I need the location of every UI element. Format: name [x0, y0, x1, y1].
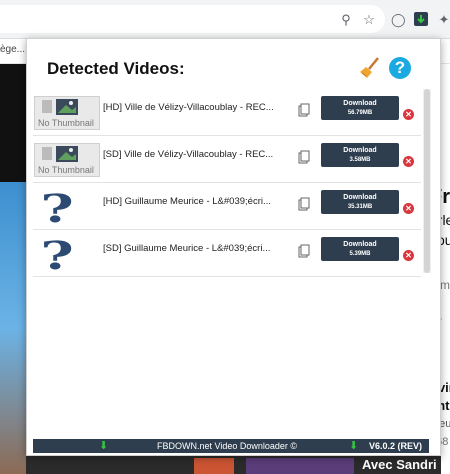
video-thumbnail: ?	[34, 233, 100, 278]
video-list-scrollbar[interactable]	[423, 89, 431, 273]
no-thumbnail-placeholder: No Thumbnail	[34, 96, 100, 130]
download-label: Download	[343, 194, 377, 201]
video-thumbnail: No Thumbnail	[34, 143, 100, 177]
video-title: [SD] Ville de Vélizy-Villacoublay - REC.…	[103, 149, 274, 160]
remove-video-button[interactable]: ✕	[403, 109, 414, 120]
zoom-icon[interactable]: ⚲	[339, 13, 353, 27]
remove-video-button[interactable]: ✕	[403, 250, 414, 261]
download-button[interactable]: Download 5.39MB	[321, 237, 399, 261]
fbdown-extension-icon[interactable]	[414, 12, 428, 26]
copy-link-icon[interactable]	[298, 150, 310, 164]
address-bar[interactable]	[0, 5, 385, 33]
globe-extension-icon[interactable]: ◯	[391, 13, 406, 27]
video-row: ? [SD] Guillaume Meurice - L&#039;écri..…	[33, 230, 421, 278]
remove-video-button[interactable]: ✕	[403, 203, 414, 214]
scrollbar-thumb[interactable]	[424, 89, 430, 273]
background-page-video-black	[0, 64, 26, 182]
download-label: Download	[343, 147, 377, 154]
question-mark-icon: ?	[40, 233, 74, 278]
footer-text: FBDOWN.net Video Downloader ©	[157, 441, 298, 451]
download-label: Download	[343, 100, 377, 107]
video-thumbnail: ?	[34, 186, 100, 231]
detected-videos-popup: Detected Videos: ? No Thumbnail [HD] Vil…	[26, 38, 441, 456]
download-button[interactable]: Download 35.31MB	[321, 190, 399, 214]
video-row: No Thumbnail [HD] Ville de Vélizy-Villac…	[33, 89, 421, 136]
video-title: [HD] Guillaume Meurice - L&#039;écri...	[103, 196, 271, 207]
file-size: 3.58MB	[349, 157, 371, 163]
help-button[interactable]: ?	[389, 57, 411, 79]
file-size: 56.79MB	[347, 110, 373, 116]
download-label: Download	[343, 241, 377, 248]
puzzle-extensions-icon[interactable]: ✦	[437, 13, 450, 27]
version-label: V6.0.2 (REV)	[369, 441, 423, 451]
download-button[interactable]: Download 56.79MB	[321, 96, 399, 120]
no-thumbnail-label: No Thumbnail	[38, 118, 94, 128]
no-thumbnail-label: No Thumbnail	[38, 165, 94, 175]
video-thumbnail: No Thumbnail	[34, 96, 100, 130]
video-row: No Thumbnail [SD] Ville de Vélizy-Villac…	[33, 136, 421, 183]
bookmark-star-icon[interactable]: ☆	[362, 13, 376, 27]
copy-link-icon[interactable]	[298, 103, 310, 117]
background-page-bottom: Avec Sandri	[26, 456, 441, 474]
background-thumbnail	[194, 458, 234, 474]
download-button[interactable]: Download 3.58MB	[321, 143, 399, 167]
video-list: No Thumbnail [HD] Ville de Vélizy-Villac…	[33, 89, 421, 278]
no-thumbnail-placeholder: No Thumbnail	[34, 143, 100, 177]
question-mark-icon: ?	[40, 186, 74, 231]
remove-video-button[interactable]: ✕	[403, 156, 414, 167]
copy-link-icon[interactable]	[298, 244, 310, 258]
background-page-video	[0, 182, 26, 474]
video-row: ? [HD] Guillaume Meurice - L&#039;écri..…	[33, 183, 421, 231]
broom-clear-icon[interactable]	[358, 56, 382, 80]
download-arrow-icon: ⬇	[99, 440, 109, 452]
file-size: 5.39MB	[349, 251, 371, 257]
video-title: [SD] Guillaume Meurice - L&#039;écri...	[103, 243, 271, 254]
background-thumbnail	[246, 458, 354, 474]
copy-link-icon[interactable]	[298, 197, 310, 211]
popup-title: Detected Videos:	[47, 59, 185, 78]
video-title: [HD] Ville de Vélizy-Villacoublay - REC.…	[103, 102, 274, 113]
download-arrow-icon: ⬇	[349, 440, 359, 452]
bookmark-item[interactable]: ège...	[0, 44, 25, 55]
browser-toolbar: ⚲ ☆ ◯ ✦	[0, 0, 450, 39]
background-headline: Avec Sandri	[362, 457, 437, 472]
file-size: 35.31MB	[347, 204, 373, 210]
popup-footer: ⬇ FBDOWN.net Video Downloader © ⬇ V6.0.2…	[33, 439, 429, 453]
